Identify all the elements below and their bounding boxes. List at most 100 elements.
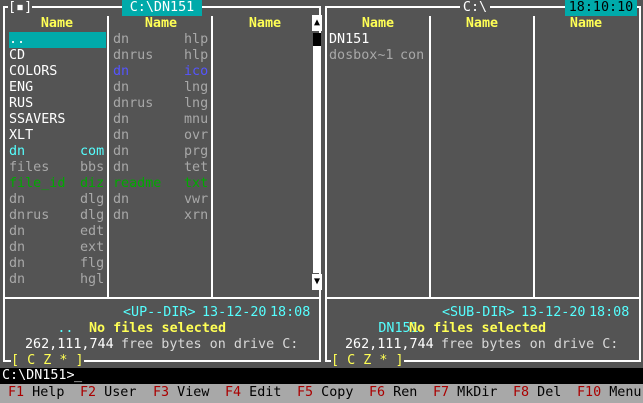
function-key-f8[interactable]: F8 Del — [513, 385, 561, 401]
file-name: dn — [113, 64, 130, 79]
file-entry[interactable]: SSAVERS — [9, 112, 106, 128]
file-name: dn — [113, 80, 130, 95]
function-key-f4[interactable]: F4 Edit — [225, 385, 281, 401]
file-entry[interactable]: readme txt — [113, 176, 210, 192]
file-entry[interactable]: DN151 — [329, 32, 426, 48]
file-entry[interactable]: dnrus hlp — [113, 48, 210, 64]
file-entry[interactable]: dn prg — [113, 144, 210, 160]
left-panel-path[interactable]: C:\DN151 — [122, 0, 202, 16]
file-entry[interactable]: RUS — [9, 96, 106, 112]
function-key-label: Ren — [385, 385, 418, 400]
file-entry[interactable]: XLT — [9, 128, 106, 144]
file-name: dn — [113, 144, 130, 159]
scroll-up-icon[interactable]: ▲ — [312, 15, 322, 31]
left-drive-selector[interactable]: [ C Z * ] — [11, 353, 84, 369]
right-free-bytes: 262,111,744 — [345, 337, 434, 352]
function-key-f10[interactable]: F10 Menu — [577, 385, 642, 401]
file-extension: hgl — [80, 272, 105, 287]
function-key-f5[interactable]: F5 Copy — [297, 385, 353, 401]
file-entry[interactable]: CD — [9, 48, 106, 64]
file-entry[interactable]: dn com — [9, 144, 106, 160]
right-panel[interactable]: C:\ 18:10:10 Name Name Name DN151 dosbox~… — [322, 0, 643, 369]
file-extension: edt — [80, 224, 105, 239]
file-name: dn — [113, 192, 130, 207]
command-prompt: C:\DN151> — [2, 368, 75, 383]
file-name: dnrus — [113, 48, 154, 63]
file-entry[interactable]: ENG — [9, 80, 106, 96]
function-key-f2[interactable]: F2 User — [80, 385, 136, 401]
function-key-f6[interactable]: F6 Ren — [369, 385, 417, 401]
file-entry[interactable]: dn ico — [113, 64, 210, 80]
file-entry[interactable]: dn xrn — [113, 208, 210, 224]
file-entry[interactable]: dnrus lng — [113, 96, 210, 112]
clock: 18:10:10 — [565, 0, 637, 16]
left-free-bytes: 262,111,744 — [25, 337, 114, 352]
file-entry[interactable]: dn hgl — [9, 272, 106, 288]
file-name: RUS — [9, 96, 34, 111]
window-menu-button[interactable]: [▪] — [8, 0, 33, 16]
file-name: dnrus — [9, 208, 50, 223]
file-entry[interactable]: COLORS — [9, 64, 106, 80]
left-panel[interactable]: [▪] C:\DN151 Name Name Name .. CD COLORS EN… — [0, 0, 322, 369]
right-drive-selector[interactable]: [ C Z * ] — [331, 353, 404, 369]
file-entry[interactable]: file_id diz — [9, 176, 106, 192]
file-extension: tet — [184, 160, 209, 175]
file-name: dn — [113, 128, 130, 143]
command-line[interactable]: C:\DN151> _ — [0, 368, 643, 384]
file-entry[interactable]: dn ovr — [113, 128, 210, 144]
left-info-time: 18:08 — [270, 305, 311, 320]
file-entry[interactable]: .. — [9, 32, 106, 48]
file-entry[interactable]: dn mnu — [113, 112, 210, 128]
function-key-number: F5 — [297, 385, 314, 400]
file-name: dn — [113, 32, 130, 47]
file-name: CD — [9, 48, 26, 63]
file-extension: flg — [80, 256, 105, 271]
file-entry[interactable]: dn tet — [113, 160, 210, 176]
file-extension: con — [400, 48, 425, 63]
right-col-header-3: Name — [569, 16, 603, 31]
function-key-f3[interactable]: F3 View — [153, 385, 209, 401]
right-panel-path[interactable]: C:\ — [460, 0, 490, 16]
file-name: dn — [9, 256, 26, 271]
file-extension: hlp — [184, 32, 209, 47]
file-entry[interactable]: dn vwr — [113, 192, 210, 208]
function-key-label: Del — [529, 385, 562, 400]
file-entry[interactable]: dn flg — [9, 256, 106, 272]
right-info-date: 13-12-20 — [521, 305, 586, 320]
function-key-number: F7 — [433, 385, 450, 400]
function-key-f7[interactable]: F7 MkDir — [433, 385, 498, 401]
function-key-number: F6 — [369, 385, 386, 400]
left-free-text: free bytes on drive C: — [121, 337, 299, 352]
file-name: dnrus — [113, 96, 154, 111]
file-extension: bbs — [80, 160, 105, 175]
file-name: dn — [9, 224, 26, 239]
left-info-name: .. — [57, 321, 74, 336]
file-extension: txt — [184, 176, 209, 191]
right-col-header-1: Name — [361, 16, 395, 31]
function-key-bar: F1 Help F2 User F3 View F4 Edit F5 Copy F6 Re… — [0, 384, 643, 403]
file-entry[interactable]: files bbs — [9, 160, 106, 176]
file-extension: dlg — [80, 192, 105, 207]
scrollbar-track[interactable] — [313, 33, 321, 273]
right-col-divider-2 — [533, 16, 535, 297]
function-key-number: F1 — [8, 385, 25, 400]
file-extension: vwr — [184, 192, 209, 207]
dos-navigator-screen: [▪] C:\DN151 Name Name Name .. CD COLORS EN… — [0, 0, 643, 403]
left-panel-info-divider — [5, 297, 319, 299]
file-entry[interactable]: dosbox~1 con — [329, 48, 426, 64]
left-info-type: <UP--DIR> — [123, 305, 196, 320]
function-key-number: F10 — [577, 385, 602, 400]
file-entry[interactable]: dn edt — [9, 224, 106, 240]
command-cursor: _ — [74, 368, 83, 383]
function-key-f1[interactable]: F1 Help — [8, 385, 64, 401]
file-entry[interactable]: dn lng — [113, 80, 210, 96]
file-entry[interactable]: dn ext — [9, 240, 106, 256]
file-name: dn — [113, 208, 130, 223]
right-col-divider-1 — [429, 16, 431, 297]
scroll-down-icon[interactable]: ▼ — [312, 274, 322, 290]
file-extension: mnu — [184, 112, 209, 127]
file-entry[interactable]: dn hlp — [113, 32, 210, 48]
file-entry[interactable]: dnrus dlg — [9, 208, 106, 224]
scrollbar-thumb[interactable] — [313, 33, 321, 46]
file-entry[interactable]: dn dlg — [9, 192, 106, 208]
